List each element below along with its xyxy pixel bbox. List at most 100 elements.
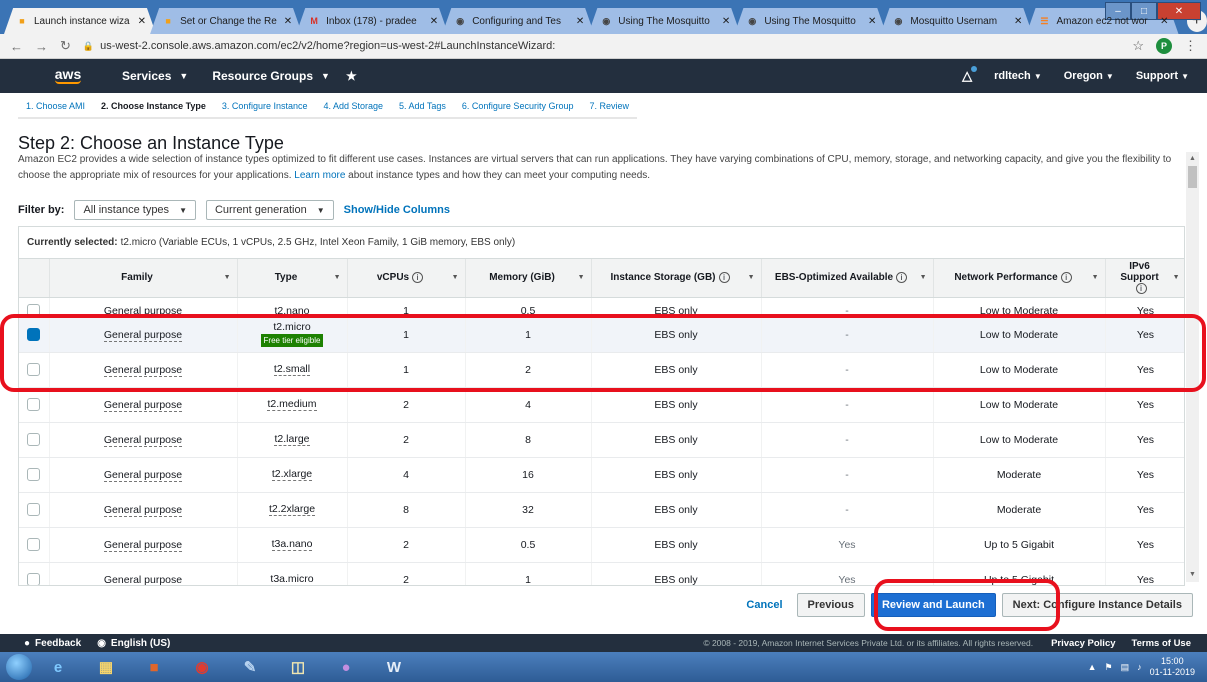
- browser-menu-icon[interactable]: ⋮: [1184, 38, 1197, 54]
- taskbar-clock[interactable]: 15:00 01-11-2019: [1150, 656, 1195, 678]
- aws-logo[interactable]: aws: [50, 67, 86, 84]
- speech-bubble-icon: ●: [24, 637, 31, 649]
- tab-close-icon[interactable]: ✕: [1014, 16, 1022, 27]
- tab-close-icon[interactable]: ✕: [722, 16, 730, 27]
- generation-filter-select[interactable]: Current generation ▼: [205, 200, 334, 220]
- info-icon[interactable]: i: [896, 272, 908, 284]
- notepad-icon[interactable]: ✎: [228, 654, 272, 680]
- info-icon[interactable]: i: [1060, 272, 1072, 284]
- notification-bell-icon[interactable]: △: [962, 66, 978, 84]
- back-icon[interactable]: ←: [10, 39, 23, 54]
- column-header[interactable]: Family ▼: [49, 259, 238, 298]
- page-scrollbar[interactable]: ▲ ▼: [1186, 152, 1199, 582]
- wizard-step[interactable]: 2. Choose Instance Type: [93, 96, 214, 119]
- cancel-button[interactable]: Cancel: [738, 599, 790, 611]
- support-menu[interactable]: Support ▼: [1136, 70, 1189, 82]
- row-checkbox[interactable]: [27, 433, 41, 446]
- wizard-step[interactable]: 4. Add Storage: [315, 96, 392, 119]
- show-hide-columns-link[interactable]: Show/Hide Columns: [344, 204, 450, 216]
- browser-tab[interactable]: M Inbox (178) - pradee ✕: [296, 8, 449, 34]
- tab-close-icon[interactable]: ✕: [284, 16, 292, 27]
- ipv6-cell: Yes: [1105, 492, 1184, 528]
- row-checkbox[interactable]: [27, 503, 41, 516]
- pin-icon[interactable]: ★: [346, 69, 357, 83]
- info-icon[interactable]: i: [1135, 283, 1147, 295]
- region-menu[interactable]: Oregon ▼: [1064, 70, 1114, 82]
- chrome-icon[interactable]: ◉: [180, 654, 224, 680]
- row-checkbox[interactable]: [27, 398, 41, 411]
- info-icon[interactable]: i: [412, 272, 424, 284]
- network-cell: Moderate: [933, 492, 1106, 528]
- browser-tab[interactable]: ■ Launch instance wiza ✕: [4, 8, 157, 34]
- network-icon[interactable]: ▤: [1121, 662, 1130, 673]
- privacy-policy-link[interactable]: Privacy Policy: [1051, 638, 1115, 649]
- table-row[interactable]: General purpose t2.small 1 2 EBS only - Low to…: [19, 352, 1184, 388]
- ebs-optimized-cell: Yes: [761, 562, 934, 585]
- row-checkbox[interactable]: [27, 328, 41, 341]
- volume-icon[interactable]: ♪: [1137, 662, 1142, 672]
- browser-tab[interactable]: ◉ Using The Mosquitto ✕: [734, 8, 887, 34]
- table-row[interactable]: General purpose t2.2xlarge 8 32 EBS only - Mod…: [19, 492, 1184, 528]
- column-header[interactable]: Memory (GiB) ▼: [465, 259, 592, 298]
- wizard-step[interactable]: 6. Configure Security Group: [453, 96, 582, 119]
- column-header[interactable]: IPv6 Support i ▼: [1105, 259, 1184, 298]
- ipv6-cell: Yes: [1105, 297, 1184, 318]
- column-header[interactable]: EBS-Optimized Available i ▼: [761, 259, 934, 298]
- file-explorer-icon[interactable]: ▦: [84, 654, 128, 680]
- browser-tab[interactable]: ◉ Configuring and Tes ✕: [442, 8, 595, 34]
- browser-tab[interactable]: ◉ Mosquitto Usernam ✕: [880, 8, 1033, 34]
- word-icon[interactable]: W: [372, 654, 416, 680]
- row-checkbox[interactable]: [27, 468, 41, 481]
- remote-desktop-icon[interactable]: ◫: [276, 654, 320, 680]
- outlook-icon[interactable]: ■: [132, 654, 176, 680]
- table-row[interactable]: General purpose t2.medium 2 4 EBS only - Low t…: [19, 387, 1184, 423]
- tab-close-icon[interactable]: ✕: [430, 16, 438, 27]
- forward-icon[interactable]: →: [35, 39, 48, 54]
- profile-avatar[interactable]: P: [1156, 38, 1172, 54]
- learn-more-link[interactable]: Learn more: [294, 170, 345, 181]
- row-checkbox[interactable]: [27, 538, 41, 551]
- wizard-step[interactable]: 1. Choose AMI: [18, 96, 94, 119]
- info-icon[interactable]: i: [718, 272, 730, 284]
- language-selector[interactable]: ◉ English (US): [97, 638, 170, 649]
- internet-explorer-icon[interactable]: e: [36, 654, 80, 680]
- feedback-link[interactable]: ● Feedback: [24, 638, 81, 649]
- review-and-launch-button[interactable]: Review and Launch: [870, 593, 996, 617]
- bookmark-star-icon[interactable]: ☆: [1132, 38, 1144, 54]
- tab-close-icon[interactable]: ✕: [1160, 16, 1168, 27]
- wizard-step[interactable]: 3. Configure Instance: [213, 96, 316, 119]
- services-menu[interactable]: Services ▼: [122, 69, 188, 83]
- instance-type-filter-select[interactable]: All instance types ▼: [74, 200, 196, 220]
- row-checkbox[interactable]: [27, 363, 41, 376]
- putty-icon[interactable]: ●: [324, 654, 368, 680]
- next-configure-instance-button[interactable]: Next: Configure Instance Details: [1001, 593, 1193, 617]
- table-row[interactable]: General purpose t2.nano 1 0.5 EBS only - Low t…: [19, 297, 1184, 318]
- tab-close-icon[interactable]: ✕: [868, 16, 876, 27]
- column-header[interactable]: Type ▼: [237, 259, 348, 298]
- table-row[interactable]: General purpose t3a.nano 2 0.5 EBS only Yes Up…: [19, 527, 1184, 563]
- tray-flag-icon[interactable]: ⚑: [1105, 662, 1113, 673]
- column-header[interactable]: Network Performance i ▼: [933, 259, 1106, 298]
- previous-button[interactable]: Previous: [796, 593, 865, 617]
- resource-groups-menu[interactable]: Resource Groups ▼: [212, 69, 330, 83]
- table-row[interactable]: General purpose t2.micro Free tier eligibl…: [19, 317, 1184, 353]
- url-field[interactable]: 🔒 us-west-2.console.aws.amazon.com/ec2/v…: [83, 40, 1120, 52]
- windows-start-icon[interactable]: [6, 654, 32, 680]
- browser-tab[interactable]: ◉ Using The Mosquitto ✕: [588, 8, 741, 34]
- row-checkbox[interactable]: [27, 573, 41, 585]
- row-checkbox[interactable]: [27, 303, 41, 317]
- wizard-step[interactable]: 5. Add Tags: [391, 96, 454, 119]
- table-row[interactable]: General purpose t2.xlarge 4 16 EBS only - Mode…: [19, 457, 1184, 493]
- column-header[interactable]: Instance Storage (GB) i ▼: [591, 259, 762, 298]
- account-menu[interactable]: rdltech ▼: [994, 70, 1042, 82]
- table-row[interactable]: General purpose t3a.micro 2 1 EBS only Yes Up …: [19, 562, 1184, 585]
- column-header[interactable]: vCPUs i ▼: [347, 259, 466, 298]
- tray-arrow-icon[interactable]: ▲: [1088, 662, 1097, 672]
- browser-tab[interactable]: ■ Set or Change the Re ✕: [150, 8, 303, 34]
- tab-close-icon[interactable]: ✕: [138, 16, 146, 27]
- table-row[interactable]: General purpose t2.large 2 8 EBS only - Low to…: [19, 422, 1184, 458]
- wizard-step[interactable]: 7. Review: [581, 96, 637, 119]
- tab-close-icon[interactable]: ✕: [576, 16, 584, 27]
- reload-icon[interactable]: ↻: [60, 38, 71, 54]
- terms-of-use-link[interactable]: Terms of Use: [1132, 638, 1191, 649]
